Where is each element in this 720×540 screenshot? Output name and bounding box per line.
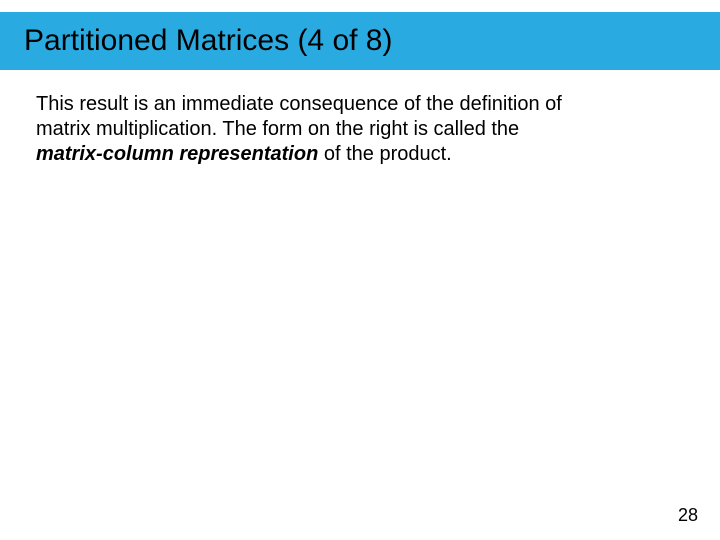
slide-body: This result is an immediate consequence … [36, 92, 666, 167]
body-line-2: matrix multiplication. The form on the r… [36, 118, 519, 140]
slide-title: Partitioned Matrices (4 of 8) [24, 24, 392, 58]
emphasis-term: matrix-column representation [36, 143, 318, 165]
page-number: 28 [678, 505, 698, 526]
body-line-3-rest: of the product. [318, 143, 451, 165]
slide-header: Partitioned Matrices (4 of 8) [0, 12, 720, 70]
body-line-1: This result is an immediate consequence … [36, 93, 562, 115]
